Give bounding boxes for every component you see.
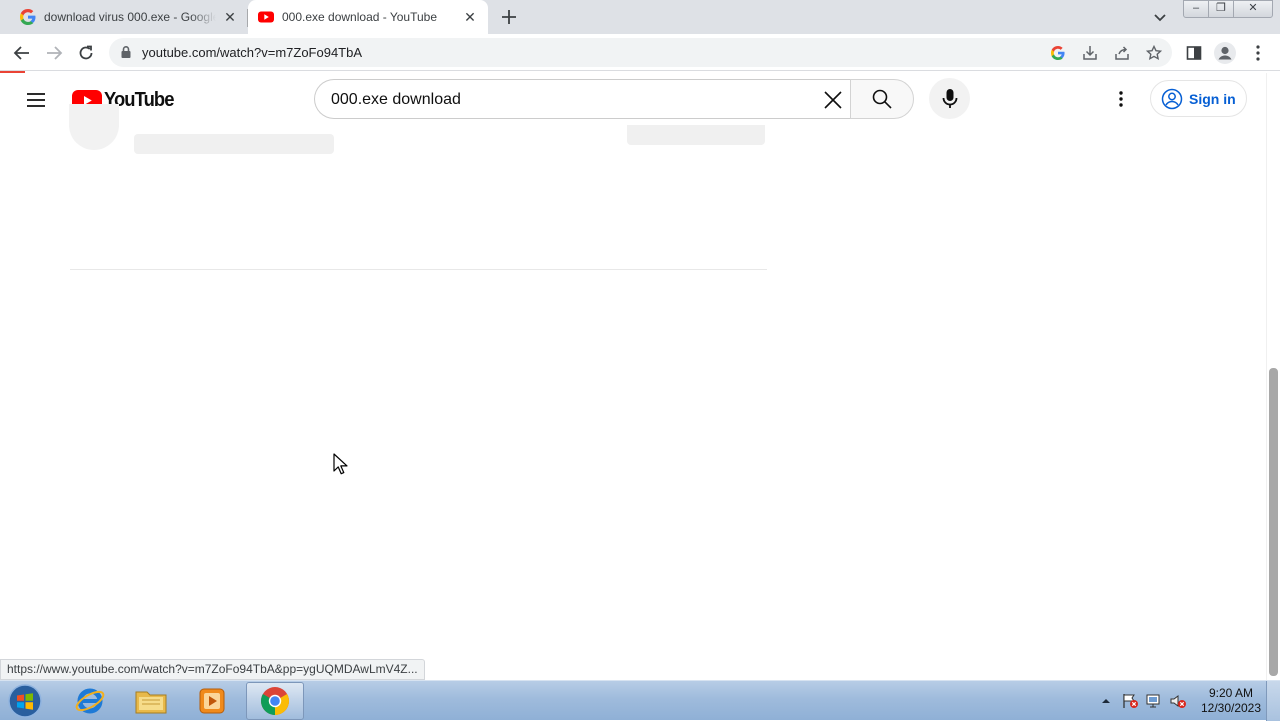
chevron-down-icon bbox=[1154, 14, 1166, 22]
hamburger-menu-icon bbox=[27, 93, 45, 107]
action-center-icon[interactable] bbox=[1120, 692, 1140, 710]
taskbar-file-explorer[interactable] bbox=[122, 682, 180, 720]
channel-avatar-placeholder bbox=[69, 104, 119, 150]
taskbar-media-player[interactable] bbox=[183, 682, 241, 720]
file-explorer-icon bbox=[135, 691, 167, 714]
tab-google-search[interactable]: download virus 000.exe - Google Search ✕ bbox=[0, 0, 248, 34]
network-icon[interactable] bbox=[1144, 692, 1164, 710]
guide-menu-button[interactable] bbox=[24, 88, 48, 112]
forward-button[interactable] bbox=[42, 41, 66, 65]
account-circle-icon bbox=[1161, 88, 1183, 109]
arrow-left-icon bbox=[13, 46, 29, 60]
install-app-icon[interactable] bbox=[1081, 44, 1099, 62]
sign-in-button[interactable]: Sign in bbox=[1150, 80, 1247, 117]
link-status-bubble: https://www.youtube.com/watch?v=m7ZoFo94… bbox=[0, 659, 425, 680]
maximize-button[interactable]: ❐ bbox=[1208, 0, 1234, 18]
search-query: 000.exe download bbox=[331, 91, 461, 108]
bookmark-star-icon[interactable] bbox=[1145, 44, 1163, 62]
mouse-pointer-icon bbox=[333, 453, 348, 475]
taskbar-clock[interactable]: 9:20 AM 12/30/2023 bbox=[1196, 686, 1266, 716]
more-vertical-icon bbox=[1119, 91, 1123, 107]
search-input[interactable]: 000.exe download bbox=[314, 79, 851, 119]
close-window-button[interactable]: ✕ bbox=[1233, 0, 1273, 18]
clear-search-icon[interactable] bbox=[821, 88, 845, 112]
search-button[interactable] bbox=[850, 79, 914, 119]
youtube-icon bbox=[258, 11, 274, 23]
page-scrollbar[interactable] bbox=[1266, 73, 1280, 680]
profile-avatar-icon bbox=[1214, 42, 1236, 64]
scrollbar-thumb[interactable] bbox=[1269, 368, 1278, 676]
sign-in-label: Sign in bbox=[1189, 90, 1236, 107]
internet-explorer-icon bbox=[75, 688, 105, 714]
new-tab-button[interactable] bbox=[498, 6, 520, 28]
subscribe-button-placeholder bbox=[627, 125, 765, 145]
voice-search-button[interactable] bbox=[929, 78, 970, 119]
taskbar-chrome[interactable] bbox=[246, 682, 304, 720]
lock-icon bbox=[121, 46, 131, 58]
settings-menu-button[interactable] bbox=[1109, 87, 1133, 111]
tab-title: 000.exe download - YouTube bbox=[282, 10, 438, 24]
back-button[interactable] bbox=[10, 41, 34, 65]
volume-muted-icon[interactable] bbox=[1168, 692, 1188, 710]
tab-strip: download virus 000.exe - Google Search ✕… bbox=[0, 0, 1280, 34]
tab-youtube[interactable]: 000.exe download - YouTube ✕ bbox=[248, 0, 488, 34]
tab-title: download virus 000.exe - Google Search bbox=[44, 10, 216, 24]
side-panel-button[interactable] bbox=[1182, 41, 1206, 65]
google-lens-icon[interactable] bbox=[1049, 44, 1067, 62]
arrow-right-icon bbox=[47, 46, 63, 60]
microphone-icon bbox=[942, 88, 957, 108]
browser-toolbar: youtube.com/watch?v=m7ZoFo94TbA bbox=[0, 34, 1280, 71]
show-desktop-button[interactable] bbox=[1266, 681, 1280, 721]
google-g-icon bbox=[20, 9, 36, 25]
windows-start-orb-icon bbox=[8, 684, 42, 718]
system-tray bbox=[1096, 689, 1192, 713]
channel-name-placeholder bbox=[134, 134, 334, 154]
plus-icon bbox=[502, 10, 516, 24]
content-divider bbox=[70, 269, 767, 270]
profile-button[interactable] bbox=[1213, 41, 1237, 65]
browser-menu-button[interactable] bbox=[1246, 41, 1270, 65]
more-vertical-icon bbox=[1256, 45, 1260, 61]
address-bar[interactable]: youtube.com/watch?v=m7ZoFo94TbA bbox=[109, 38, 1172, 67]
close-tab-icon[interactable]: ✕ bbox=[462, 9, 478, 25]
reload-icon bbox=[79, 45, 93, 60]
start-button[interactable] bbox=[5, 682, 45, 720]
minimize-button[interactable]: – bbox=[1183, 0, 1209, 18]
chrome-icon bbox=[261, 687, 289, 715]
reload-button[interactable] bbox=[74, 41, 98, 65]
windows-taskbar: 9:20 AM 12/30/2023 bbox=[0, 680, 1280, 721]
taskbar-internet-explorer[interactable] bbox=[61, 682, 119, 720]
clock-time: 9:20 AM bbox=[1208, 686, 1254, 700]
side-panel-icon bbox=[1186, 46, 1202, 60]
share-icon[interactable] bbox=[1113, 44, 1131, 62]
address-url: youtube.com/watch?v=m7ZoFo94TbA bbox=[142, 45, 363, 60]
media-player-icon bbox=[199, 688, 225, 714]
clock-date: 12/30/2023 bbox=[1200, 701, 1262, 715]
tab-search-button[interactable] bbox=[1150, 7, 1170, 27]
close-tab-icon[interactable]: ✕ bbox=[222, 9, 238, 25]
chevron-up-icon bbox=[1102, 699, 1110, 703]
youtube-masthead: YouTube 000.exe download Sign in bbox=[0, 73, 1266, 125]
show-hidden-icons-button[interactable] bbox=[1096, 692, 1116, 710]
search-icon bbox=[872, 89, 892, 109]
